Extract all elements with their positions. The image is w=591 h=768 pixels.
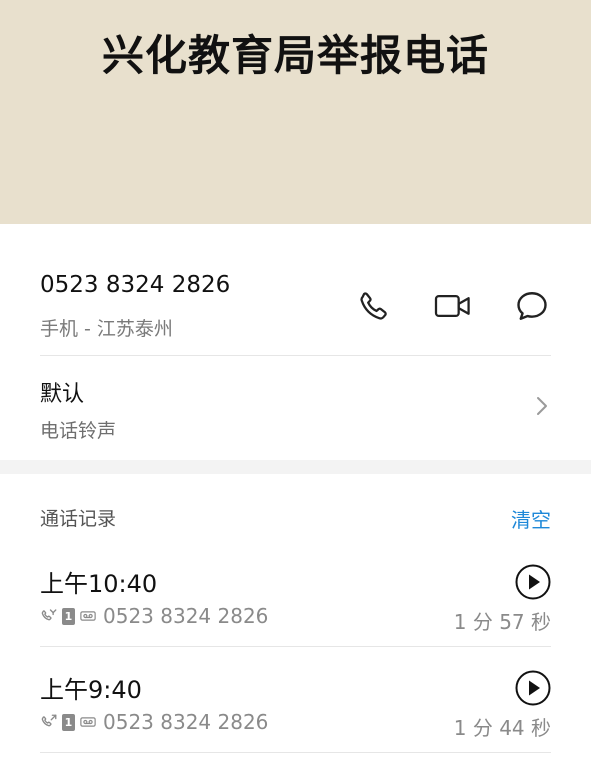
contact-header: 兴化教育局举报电话 — [0, 0, 591, 224]
phone-icon[interactable] — [354, 286, 394, 326]
phone-number[interactable]: 0523 8324 2826 — [40, 272, 230, 298]
call-number: 0523 8324 2826 — [103, 604, 269, 628]
sim-badge: 1 — [62, 607, 75, 625]
call-number: 0523 8324 2826 — [103, 710, 269, 734]
divider — [40, 752, 551, 753]
ringtone-label: 电话铃声 — [40, 420, 117, 442]
call-meta: 1 0523 8324 2826 — [40, 604, 268, 628]
outgoing-call-icon — [40, 713, 58, 731]
call-duration: 1 分 57 秒 — [453, 610, 551, 634]
call-time: 上午9:40 — [40, 676, 142, 704]
contact-name: 兴化教育局举报电话 — [101, 31, 489, 80]
sim-badge: 1 — [62, 713, 75, 731]
divider — [40, 646, 551, 647]
voicemail-icon — [79, 713, 97, 731]
phone-type-location: 手机 - 江苏泰州 — [40, 318, 173, 340]
section-separator — [0, 460, 591, 474]
missed-call-icon — [40, 607, 58, 625]
call-meta: 1 0523 8324 2826 — [40, 710, 268, 734]
call-log-entry[interactable]: 上午9:40 1 0523 8324 2826 1 分 44 秒 — [0, 660, 591, 764]
call-log-section: 通话记录 清空 上午10:40 1 0523 8324 2826 1 分 57 … — [0, 474, 591, 768]
call-log-entry[interactable]: 上午10:40 1 0523 8324 2826 1 分 57 秒 — [0, 554, 591, 658]
chevron-right-icon — [537, 397, 547, 415]
ringtone-title: 默认 — [40, 382, 85, 407]
divider — [40, 355, 551, 356]
call-duration: 1 分 44 秒 — [453, 716, 551, 740]
contact-info-section: 0523 8324 2826 手机 - 江苏泰州 默认 电话铃声 — [0, 224, 591, 460]
play-recording-button[interactable] — [515, 670, 551, 706]
call-time: 上午10:40 — [40, 570, 158, 598]
play-recording-button[interactable] — [515, 564, 551, 600]
message-icon[interactable] — [512, 286, 552, 326]
call-log-title: 通话记录 — [40, 508, 117, 530]
video-call-icon[interactable] — [433, 286, 473, 326]
clear-button[interactable]: 清空 — [511, 504, 551, 533]
voicemail-icon — [79, 607, 97, 625]
